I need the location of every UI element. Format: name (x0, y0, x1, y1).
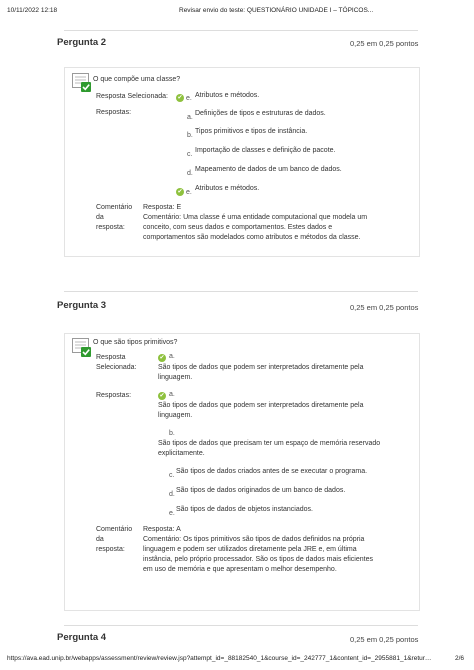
answer-option-text: Atributos e métodos. (195, 185, 260, 192)
selected-answer-letter: a. (169, 353, 175, 360)
question-3-text: O que são tipos primitivos? (93, 339, 178, 346)
print-url: https://ava.ead.unip.br/webapps/assessme… (7, 655, 432, 662)
answer-option-letter: a. (187, 114, 193, 121)
answer-option-letter: a. (169, 391, 175, 398)
print-datetime: 10/11/2022 12:18 (7, 7, 58, 14)
correct-check-icon: ✔ (176, 94, 184, 102)
comment-label-line: resposta: (96, 546, 125, 553)
feedback-line: comportamentos são modelados como atribu… (143, 234, 361, 241)
comment-label-line: da (96, 536, 104, 543)
answer-option-text: São tipos de dados criados antes de se e… (176, 468, 368, 475)
feedback-line: linguagem e podem ser utilizados diretam… (143, 546, 357, 553)
answer-option-text: Definições de tipos e estruturas de dado… (195, 110, 326, 117)
answer-option-letter: c. (187, 151, 193, 158)
question-divider (64, 625, 418, 626)
question-4-title: Pergunta 4 (57, 632, 107, 643)
question-2-title: Pergunta 2 (57, 37, 107, 48)
answer-option-letter: e. (169, 510, 175, 517)
question-divider (64, 30, 418, 31)
comment-label-line: Comentário (96, 526, 133, 533)
selected-answer-label: Resposta Selecionada: (96, 93, 168, 100)
answer-option-line: São tipos de dados que precisam ter um e… (158, 440, 381, 447)
answer-option-line: explicitamente. (158, 450, 205, 457)
correct-question-icon (72, 338, 91, 357)
print-title: Revisar envio do teste: QUESTIONÁRIO UNI… (179, 7, 374, 14)
answer-option-letter: d. (187, 170, 193, 177)
answer-option-letter: e. (186, 189, 192, 196)
question-3-points: 0,25 em 0,25 pontos (350, 303, 419, 312)
answer-option-text: Tipos primitivos e tipos de instância. (195, 128, 308, 135)
correct-check-icon: ✔ (176, 188, 184, 196)
answer-option-letter: b. (187, 132, 193, 139)
answer-option-line: linguagem. (158, 412, 193, 419)
feedback-line: Comentário: Os tipos primitivos são tipo… (143, 536, 365, 543)
answers-label: Respostas: (96, 109, 132, 116)
answer-option-letter: c. (169, 472, 175, 479)
feedback-line: instância, pelo próprio processador. São… (143, 556, 373, 563)
selected-answer-label: Selecionada: (96, 364, 137, 371)
comment-label-line: resposta: (96, 224, 125, 231)
answer-option-text: Mapeamento de dados de um banco de dados… (195, 166, 342, 173)
question-4-points: 0,25 em 0,25 pontos (350, 635, 419, 644)
answers-label: Respostas: (96, 392, 132, 399)
question-3-title: Pergunta 3 (57, 300, 107, 311)
selected-answer-letter: e. (186, 95, 192, 102)
comment-label-line: da (96, 214, 104, 221)
page-number: 2/6 (455, 655, 465, 662)
selected-answer-line: linguagem. (158, 374, 193, 381)
answer-option-text: Importação de classes e definição de pac… (195, 147, 336, 154)
question-2-text: O que compõe uma classe? (93, 76, 181, 83)
selected-answer-text: Atributos e métodos. (195, 92, 260, 99)
selected-answer-label: Resposta (96, 354, 126, 361)
feedback-answer: Resposta: A (143, 526, 181, 533)
answer-option-text: São tipos de dados de objetos instanciad… (176, 506, 313, 513)
answer-option-line: São tipos de dados que podem ser interpr… (158, 402, 364, 409)
answer-option-letter: d. (169, 491, 175, 498)
selected-answer-line: São tipos de dados que podem ser interpr… (158, 364, 364, 371)
feedback-line: Comentário: Uma classe é uma entidade co… (143, 214, 368, 221)
question-2-points: 0,25 em 0,25 pontos (350, 39, 419, 48)
feedback-answer: Resposta: E (143, 204, 182, 211)
correct-question-icon (72, 73, 91, 92)
correct-check-icon: ✔ (158, 354, 166, 362)
answer-option-letter: b. (169, 430, 175, 437)
feedback-line: em uso de memória e que apresentam o mel… (143, 566, 337, 573)
question-divider (64, 291, 418, 292)
correct-check-icon: ✔ (158, 392, 166, 400)
answer-option-text: São tipos de dados originados de um banc… (176, 487, 346, 494)
comment-label-line: Comentário (96, 204, 133, 211)
feedback-line: conceito, com seus dados e comportamento… (143, 224, 333, 231)
